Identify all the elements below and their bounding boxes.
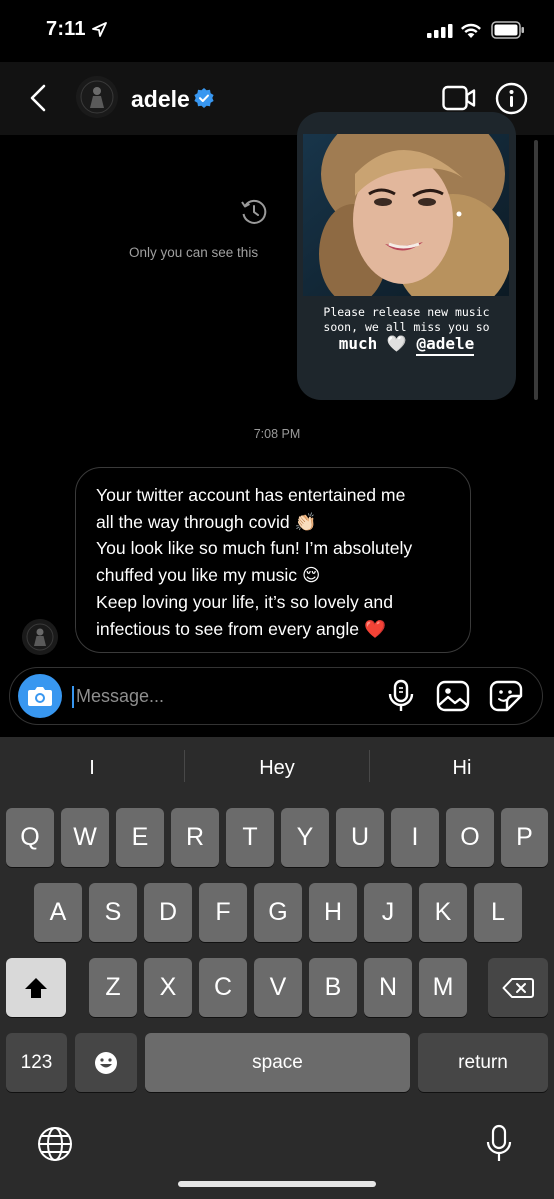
delete-key[interactable]	[488, 958, 548, 1017]
key-o[interactable]: O	[446, 808, 494, 867]
story-caption: Please release new music soon, we all mi…	[297, 305, 516, 335]
avatar-image	[76, 76, 118, 118]
video-call-button[interactable]	[442, 84, 476, 112]
backspace-icon	[502, 977, 534, 998]
info-button[interactable]	[495, 82, 528, 115]
suggestion-2[interactable]: Hey	[185, 757, 369, 780]
sticker-button[interactable]	[489, 680, 523, 712]
key-f[interactable]: F	[199, 883, 247, 942]
camera-icon	[28, 687, 52, 706]
story-caption-line2: soon, we all miss you so	[323, 320, 490, 334]
message-line: Your twitter account has entertained me	[96, 485, 406, 505]
camera-button[interactable]	[18, 674, 62, 718]
wifi-icon	[461, 23, 481, 38]
verified-badge-icon	[194, 88, 214, 108]
microphone-button[interactable]	[387, 679, 415, 713]
key-g[interactable]: G	[254, 883, 302, 942]
message-line: all the way through covid 👏🏻	[96, 511, 317, 532]
home-indicator[interactable]	[178, 1181, 376, 1187]
key-p[interactable]: P	[501, 808, 548, 867]
return-key[interactable]: return	[418, 1033, 548, 1092]
scrollbar[interactable]	[534, 140, 538, 400]
key-y[interactable]: Y	[281, 808, 329, 867]
status-time: 7:11	[46, 18, 86, 40]
key-r[interactable]: R	[171, 808, 219, 867]
globe-icon[interactable]	[37, 1126, 73, 1162]
message-line: You look like so much fun! I’m absolutel…	[96, 538, 413, 559]
numbers-key[interactable]: 123	[6, 1033, 67, 1092]
story-caption-line3: much 🤍 @adele	[297, 334, 516, 356]
location-arrow-icon	[92, 22, 107, 37]
text-caret	[72, 686, 74, 708]
only-you-notice: Only you can see this	[129, 245, 259, 260]
shift-arrow-icon	[25, 977, 47, 998]
contact-name[interactable]: adele	[131, 86, 190, 113]
received-message-text: Your twitter account has entertained me …	[96, 482, 466, 642]
key-a[interactable]: A	[34, 883, 82, 942]
key-x[interactable]: X	[144, 958, 192, 1017]
key-t[interactable]: T	[226, 808, 274, 867]
key-j[interactable]: J	[364, 883, 412, 942]
message-line: chuffed you like my music 😌	[96, 565, 321, 586]
story-caption-line1: Please release new music	[323, 305, 490, 319]
message-input[interactable]	[76, 681, 366, 711]
suggestion-1[interactable]: I	[0, 757, 184, 780]
message-line: infectious to see from every angle ❤️	[96, 618, 386, 639]
key-z[interactable]: Z	[89, 958, 137, 1017]
key-i[interactable]: I	[391, 808, 439, 867]
header-avatar[interactable]	[76, 76, 118, 118]
back-button[interactable]	[24, 82, 54, 114]
sender-avatar[interactable]	[22, 619, 58, 655]
key-n[interactable]: N	[364, 958, 412, 1017]
emoji-icon	[95, 1051, 117, 1074]
cellular-signal-icon	[427, 24, 453, 38]
key-w[interactable]: W	[61, 808, 109, 867]
key-d[interactable]: D	[144, 883, 192, 942]
story-reply-card[interactable]: Please release new music soon, we all mi…	[297, 112, 516, 400]
message-line: Keep loving your life, it’s so lovely an…	[96, 591, 393, 612]
story-mention[interactable]: @adele	[416, 334, 475, 356]
battery-icon	[491, 21, 524, 39]
space-key[interactable]: space	[145, 1033, 410, 1092]
emoji-key[interactable]	[75, 1033, 137, 1092]
suggestion-3[interactable]: Hi	[370, 757, 554, 780]
avatar-image	[22, 619, 58, 655]
story-caption-word: much	[338, 334, 378, 353]
key-k[interactable]: K	[419, 883, 467, 942]
key-q[interactable]: Q	[6, 808, 54, 867]
shift-key[interactable]	[6, 958, 66, 1017]
dictation-mic-icon[interactable]	[485, 1124, 513, 1164]
key-h[interactable]: H	[309, 883, 357, 942]
white-heart-emoji: 🤍	[386, 334, 407, 353]
message-timestamp: 7:08 PM	[253, 427, 301, 441]
key-m[interactable]: M	[419, 958, 467, 1017]
key-u[interactable]: U	[336, 808, 384, 867]
key-v[interactable]: V	[254, 958, 302, 1017]
key-c[interactable]: C	[199, 958, 247, 1017]
key-e[interactable]: E	[116, 808, 164, 867]
key-l[interactable]: L	[474, 883, 522, 942]
story-photo[interactable]	[303, 134, 509, 296]
key-b[interactable]: B	[309, 958, 357, 1017]
history-icon	[241, 199, 267, 224]
key-s[interactable]: S	[89, 883, 137, 942]
gallery-button[interactable]	[436, 680, 470, 712]
